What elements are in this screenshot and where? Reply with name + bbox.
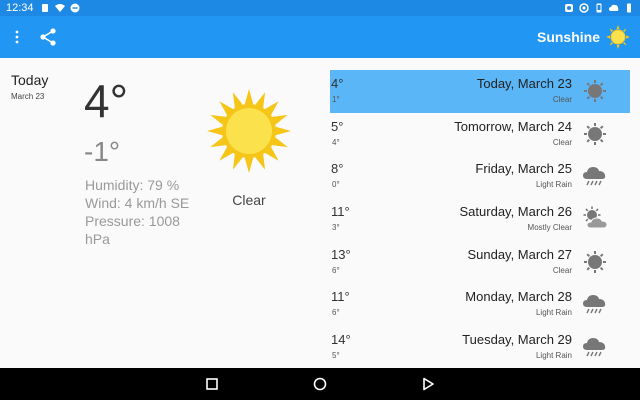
- more-vert-icon: [15, 30, 19, 44]
- forecast-condition: Clear: [552, 137, 572, 147]
- wind-text: Wind: 4 km/h SE: [85, 195, 190, 211]
- forecast-row[interactable]: 4° 1° Today, March 23 Clear: [330, 70, 630, 113]
- forecast-condition: Clear: [552, 95, 572, 104]
- forecast-low-temp: 3°: [332, 223, 340, 233]
- forecast-day: Monday, March 28: [465, 289, 572, 305]
- forecast-high-temp: 8°: [331, 161, 344, 177]
- app-bar: Sunshine: [0, 16, 640, 58]
- sun-icon: [207, 89, 291, 173]
- today-details: Humidity: 79 % Wind: 4 km/h SE Pressure:…: [85, 176, 195, 248]
- forecast-day: Saturday, March 26: [459, 204, 572, 220]
- forecast-row[interactable]: 8° 0° Friday, March 25 Light Rain: [330, 155, 630, 198]
- forecast-high-temp: 11°: [331, 289, 350, 305]
- battery-icon: [627, 3, 631, 13]
- wifi-icon: [54, 4, 65, 12]
- do-not-disturb-icon: [70, 3, 80, 13]
- forecast-high-temp: 11°: [331, 204, 350, 220]
- overflow-menu-button[interactable]: [10, 27, 24, 47]
- sun-logo-icon: [606, 25, 630, 49]
- forecast-low-temp: 1°: [332, 95, 340, 104]
- forecast-day: Friday, March 25: [475, 161, 572, 177]
- clear-icon: [584, 122, 606, 145]
- forecast-day: Tomorrow, March 24: [454, 118, 572, 134]
- forecast-row[interactable]: 11° 6° Monday, March 28 Light Rain: [330, 283, 630, 326]
- app-title-area: Sunshine: [537, 25, 630, 49]
- status-time: 12:34: [6, 2, 34, 14]
- forecast-low-temp: 6°: [332, 308, 340, 318]
- forecast-day: Sunday, March 27: [467, 246, 572, 262]
- home-icon[interactable]: [312, 376, 328, 392]
- light-rain-icon: [583, 338, 606, 357]
- forecast-day: Tuesday, March 29: [462, 332, 572, 348]
- status-bar: 12:34: [0, 0, 640, 16]
- recent-apps-icon[interactable]: [204, 376, 220, 392]
- today-low-temp: -1°: [84, 136, 121, 167]
- cloud-upload-icon: [609, 4, 619, 11]
- phone-icon: [596, 3, 602, 13]
- mostly-clear-icon: [583, 206, 608, 229]
- clear-icon: [584, 80, 606, 102]
- app-title: Sunshine: [536, 29, 600, 45]
- forecast-row[interactable]: 14° 5° Tuesday, March 29 Light Rain: [330, 326, 630, 368]
- back-icon[interactable]: [420, 376, 436, 392]
- forecast-low-temp: 4°: [332, 137, 340, 147]
- today-day-label: Today: [11, 72, 49, 88]
- forecast-condition: Light Rain: [535, 308, 572, 318]
- today-high-temp: 4°: [84, 75, 128, 127]
- today-description: Clear: [232, 192, 266, 208]
- forecast-condition: Clear: [552, 265, 572, 275]
- forecast-low-temp: 0°: [332, 180, 340, 190]
- forecast-high-temp: 14°: [331, 332, 351, 348]
- forecast-low-temp: 5°: [332, 351, 340, 361]
- today-detail-panel[interactable]: Today March 23 4° -1° Humidity: 79 % Win…: [0, 58, 320, 368]
- share-icon[interactable]: [38, 27, 58, 47]
- sync-icon: [579, 3, 589, 13]
- app-notification-icon: [565, 4, 573, 12]
- clear-icon: [584, 250, 606, 273]
- humidity-text: Humidity: 79 %: [85, 177, 180, 193]
- forecast-low-temp: 6°: [332, 265, 340, 275]
- sim-card-icon: [41, 4, 48, 12]
- today-date-label: March 23: [11, 92, 45, 101]
- forecast-high-temp: 5°: [331, 118, 344, 134]
- forecast-list[interactable]: 4° 1° Today, March 23 Clear 5° 4° Tomorr…: [330, 70, 630, 368]
- forecast-high-temp: 13°: [331, 246, 351, 262]
- forecast-condition: Light Rain: [535, 351, 572, 361]
- light-rain-icon: [583, 295, 606, 314]
- forecast-condition: Light Rain: [535, 180, 572, 190]
- light-rain-icon: [583, 167, 606, 186]
- forecast-row[interactable]: 13° 6° Sunday, March 27 Clear: [330, 241, 630, 284]
- pressure-text: Pressure: 1008 hPa: [85, 213, 180, 247]
- forecast-condition: Mostly Clear: [527, 223, 572, 233]
- forecast-row[interactable]: 11° 3° Saturday, March 26 Mostly Clear: [330, 198, 630, 241]
- forecast-row[interactable]: 5° 4° Tomorrow, March 24 Clear: [330, 113, 630, 156]
- forecast-high-temp: 4°: [331, 76, 344, 91]
- forecast-day: Today, March 23: [476, 76, 572, 91]
- navigation-bar: [0, 368, 640, 400]
